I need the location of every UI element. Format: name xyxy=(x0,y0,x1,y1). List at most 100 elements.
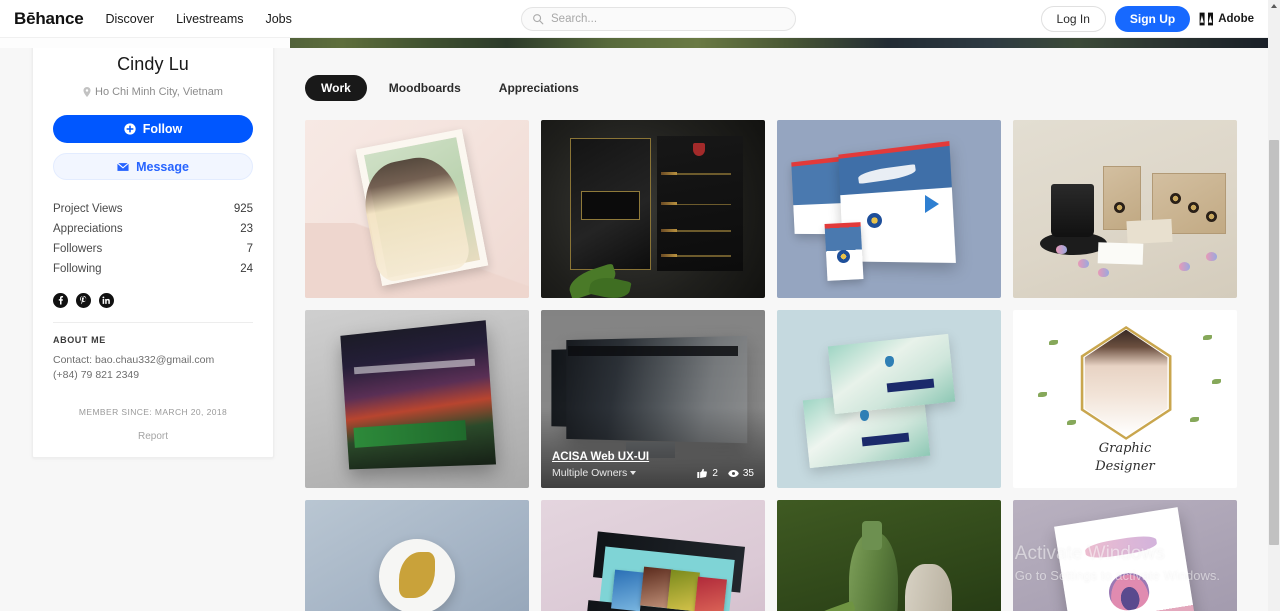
project-card[interactable] xyxy=(305,310,529,488)
project-card[interactable] xyxy=(1013,120,1237,298)
facebook-icon[interactable] xyxy=(53,293,68,308)
linkedin-icon[interactable] xyxy=(99,293,114,308)
thumb-art xyxy=(1212,379,1222,385)
stat-label: Appreciations xyxy=(53,223,123,235)
thumb-art xyxy=(610,569,644,611)
sign-up-button[interactable]: Sign Up xyxy=(1114,6,1191,32)
profile-location-text: Ho Chi Minh City, Vietnam xyxy=(95,86,223,98)
nav-right-actions: Log In Sign Up Adobe xyxy=(1040,0,1260,38)
project-card[interactable] xyxy=(777,120,1001,298)
plus-circle-icon xyxy=(124,123,136,135)
stat-label: Project Views xyxy=(53,203,123,215)
stat-value: 23 xyxy=(240,223,253,235)
project-card[interactable]: ACISA Web UX-UI Multiple Owners 2 35 xyxy=(541,310,765,488)
stat-row-appreciations: Appreciations 23 xyxy=(53,219,253,239)
thumb-art xyxy=(1048,340,1058,346)
thumb-caption-line1: Graphic xyxy=(1098,441,1152,457)
profile-sidebar-card: Cindy Lu Ho Chi Minh City, Vietnam Follo… xyxy=(32,48,274,459)
profile-location: Ho Chi Minh City, Vietnam xyxy=(53,86,253,98)
project-title[interactable]: ACISA Web UX-UI xyxy=(552,451,754,463)
eye-icon xyxy=(728,469,739,477)
stat-value: 7 xyxy=(246,243,253,255)
project-card[interactable]: LADOVA VIỆN THẨM MỸ xyxy=(305,500,529,611)
follow-button[interactable]: Follow xyxy=(53,115,253,143)
chevron-up-icon xyxy=(1271,3,1277,8)
scrollbar-up-button[interactable] xyxy=(1268,0,1280,11)
thumb-art xyxy=(1203,334,1213,340)
envelope-icon xyxy=(117,162,130,171)
profile-stats: Project Views 925 Appreciations 23 Follo… xyxy=(53,199,253,279)
nav-link-discover[interactable]: Discover xyxy=(105,12,154,26)
thumb-art xyxy=(884,356,894,368)
message-button-label: Message xyxy=(136,159,189,174)
thumb-art xyxy=(866,212,882,228)
search-bar[interactable] xyxy=(521,7,796,31)
project-card[interactable] xyxy=(777,500,1001,611)
project-card[interactable] xyxy=(1013,500,1237,611)
thumb-art xyxy=(1037,391,1047,397)
project-metrics: 2 35 xyxy=(697,468,754,479)
pinterest-icon[interactable] xyxy=(76,293,91,308)
project-owner[interactable]: Multiple Owners xyxy=(552,467,637,479)
sidebar-divider xyxy=(53,322,253,323)
thumb-art xyxy=(693,576,727,611)
thumbs-up-icon xyxy=(697,468,708,478)
project-card[interactable]: Graphic Designer xyxy=(1013,310,1237,488)
thumb-art xyxy=(1126,218,1173,244)
thumb-art xyxy=(1205,251,1217,261)
thumb-art xyxy=(660,201,677,205)
stat-value: 24 xyxy=(240,263,253,275)
project-hover-info: ACISA Web UX-UI Multiple Owners 2 35 xyxy=(552,451,754,479)
stat-row-followers: Followers 7 xyxy=(53,239,253,259)
project-views: 35 xyxy=(728,468,754,479)
vertical-scrollbar-thumb[interactable] xyxy=(1269,140,1279,545)
top-navigation-bar: Bēhance Discover Livestreams Jobs Log In… xyxy=(0,0,1268,38)
project-card[interactable] xyxy=(777,310,1001,488)
adobe-logo-icon xyxy=(1199,12,1214,26)
search-input[interactable] xyxy=(551,13,785,25)
thumb-art xyxy=(827,334,955,415)
report-link[interactable]: Report xyxy=(53,431,253,457)
thumb-art xyxy=(1205,210,1217,222)
stat-row-following: Following 24 xyxy=(53,259,253,279)
thumb-art xyxy=(668,173,732,175)
about-me-heading: ABOUT ME xyxy=(53,335,106,345)
banner-left-mask xyxy=(0,38,290,48)
follow-button-label: Follow xyxy=(142,122,183,136)
project-card[interactable] xyxy=(541,500,765,611)
thumb-art xyxy=(1169,192,1181,204)
thumb-art xyxy=(904,564,952,611)
stat-label: Followers xyxy=(53,243,103,255)
thumb-art xyxy=(924,194,939,213)
thumb-art xyxy=(1178,262,1190,272)
thumb-art xyxy=(660,171,677,175)
adobe-label: Adobe xyxy=(1218,13,1254,25)
projects-grid: ACISA Web UX-UI Multiple Owners 2 35 Gra… xyxy=(305,120,1250,611)
project-card[interactable] xyxy=(541,120,765,298)
message-button[interactable]: Message xyxy=(53,153,253,180)
thumb-art xyxy=(1077,258,1089,268)
log-in-button[interactable]: Log In xyxy=(1040,6,1106,32)
tab-work[interactable]: Work xyxy=(305,75,367,101)
thumb-art xyxy=(581,191,640,220)
behance-logo[interactable]: Bēhance xyxy=(14,9,84,29)
nav-link-jobs[interactable]: Jobs xyxy=(265,12,291,26)
tab-appreciations[interactable]: Appreciations xyxy=(483,75,595,101)
profile-name: Cindy Lu xyxy=(117,54,189,74)
thumb-art xyxy=(798,600,859,611)
about-contact-email: Contact: bao.chau332@gmail.com xyxy=(53,354,215,366)
project-card[interactable] xyxy=(305,120,529,298)
adobe-brand[interactable]: Adobe xyxy=(1199,12,1260,26)
project-owner-label: Multiple Owners xyxy=(552,467,628,479)
tab-moodboards[interactable]: Moodboards xyxy=(373,75,477,101)
thumb-art xyxy=(660,228,677,232)
location-pin-icon xyxy=(83,87,91,97)
thumb-art xyxy=(859,409,869,421)
thumb-art xyxy=(1084,329,1168,437)
project-likes: 2 xyxy=(697,468,718,479)
thumb-art xyxy=(1187,201,1199,213)
member-since-text: MEMBER SINCE: MARCH 20, 2018 xyxy=(78,407,228,418)
nav-link-livestreams[interactable]: Livestreams xyxy=(176,12,243,26)
thumb-art xyxy=(660,253,677,257)
main-nav-links: Discover Livestreams Jobs xyxy=(105,12,291,26)
